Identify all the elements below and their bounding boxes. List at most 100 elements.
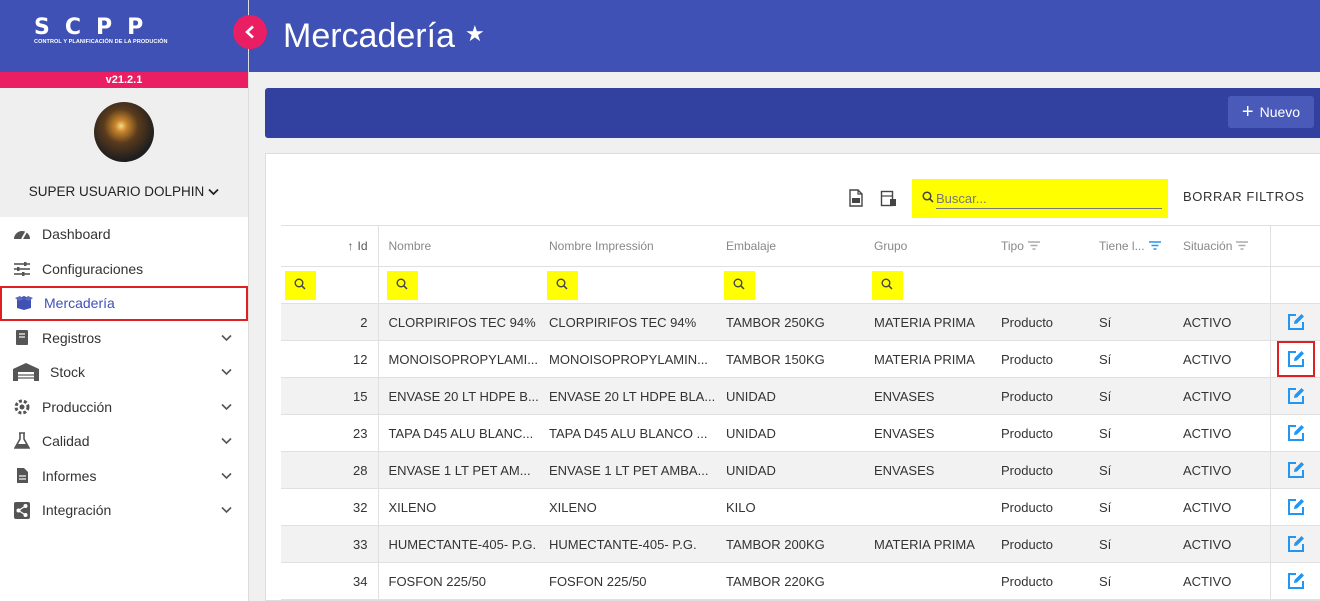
- column-header-5[interactable]: Tipo: [991, 225, 1089, 267]
- table-cell: UNIDAD: [716, 414, 864, 452]
- sidebar-item-label: Calidad: [42, 433, 90, 450]
- table-row[interactable]: 2 CLORPIRIFOS TEC 94% CLORPIRIFOS TEC 94% T…: [281, 303, 1320, 341]
- table-cell: HUMECTANTE-405- P.G.: [378, 525, 539, 563]
- table-cell: ACTIVO: [1173, 451, 1270, 489]
- plus-icon: +: [1241, 101, 1254, 123]
- filter-cell-0: [281, 266, 379, 304]
- sidebar-item-label: Integración: [42, 502, 112, 519]
- filter-icon[interactable]: [1027, 239, 1040, 253]
- table-row[interactable]: 34 FOSFON 225/50 FOSFON 225/50 TAMBOR 220KG…: [281, 562, 1320, 600]
- sidebar-item-calidad[interactable]: Calidad: [0, 424, 248, 459]
- chevron-down-icon: [221, 434, 232, 448]
- sidebar-item-mercaderia[interactable]: Mercadería: [0, 286, 248, 321]
- table-row[interactable]: 23 TAPA D45 ALU BLANC... TAPA D45 ALU BLAN…: [281, 414, 1320, 452]
- table-row[interactable]: 32 XILENO XILENO KILO Producto Sí ACTIVO: [281, 488, 1320, 526]
- speedometer-icon: [12, 225, 32, 243]
- table-cell: Sí: [1089, 340, 1173, 378]
- clear-filters-button[interactable]: BORRAR FILTROS: [1183, 189, 1305, 204]
- search-icon: [294, 278, 306, 293]
- edit-button[interactable]: [1276, 341, 1315, 377]
- chevron-down-icon: [221, 503, 232, 517]
- table-cell: ACTIVO: [1173, 340, 1270, 378]
- filter-icon[interactable]: [1148, 239, 1161, 253]
- edit-cell: [1269, 377, 1320, 415]
- export-excel-button[interactable]: [846, 188, 866, 208]
- column-filter-button[interactable]: [547, 271, 578, 300]
- table-cell: XILENO: [539, 488, 716, 526]
- column-header-2[interactable]: Nombre Impressión: [539, 225, 716, 267]
- sidebar-item-registros[interactable]: Registros: [0, 321, 248, 356]
- edit-button[interactable]: [1277, 563, 1315, 599]
- column-header-label: Situación: [1183, 238, 1233, 253]
- table-cell: ENVASES: [864, 414, 991, 452]
- new-button[interactable]: + Nuevo: [1228, 96, 1314, 128]
- edit-icon: [1287, 536, 1304, 552]
- table-row[interactable]: 12 MONOISOPROPYLAMI... MONOISOPROPYLAMIN..…: [281, 340, 1320, 378]
- column-header-3[interactable]: Embalaje: [716, 225, 864, 267]
- user-profile: SUPER USUARIO DOLPHIN: [0, 88, 248, 217]
- column-chooser-button[interactable]: [878, 188, 898, 208]
- avatar[interactable]: [94, 102, 154, 162]
- edit-button[interactable]: [1277, 526, 1315, 562]
- column-header-label: Tipo: [1001, 238, 1024, 253]
- table-row[interactable]: 33 HUMECTANTE-405- P.G. HUMECTANTE-405- P.…: [281, 525, 1320, 563]
- table-cell: Producto: [991, 340, 1089, 378]
- column-header-label: Id: [357, 239, 368, 253]
- sliders-icon: [12, 260, 32, 278]
- column-filter-button[interactable]: [386, 271, 418, 300]
- filter-cell-5: [991, 266, 1089, 304]
- column-header-4[interactable]: Grupo: [864, 225, 991, 267]
- column-filter-button[interactable]: [724, 271, 755, 300]
- table-cell: Sí: [1089, 303, 1173, 341]
- collapse-sidebar-button[interactable]: [233, 15, 267, 49]
- table-cell: Sí: [1089, 562, 1173, 600]
- table-cell: Sí: [1089, 488, 1173, 526]
- filter-icon[interactable]: [1236, 239, 1249, 253]
- column-filter-button[interactable]: [285, 271, 316, 300]
- table-cell: TAMBOR 220KG: [716, 562, 864, 600]
- column-header-label: Tiene l...: [1099, 238, 1145, 253]
- column-filter-button[interactable]: [872, 271, 903, 300]
- actions-column-header: [1269, 225, 1320, 267]
- edit-button[interactable]: [1277, 415, 1315, 451]
- sidebar-item-dashboard[interactable]: Dashboard: [0, 217, 248, 252]
- edit-button[interactable]: [1277, 489, 1315, 525]
- sidebar: SCPP CONTROL Y PLANIFICACIÓN DE LA PRODU…: [0, 0, 249, 601]
- user-menu[interactable]: SUPER USUARIO DOLPHIN: [0, 184, 248, 199]
- table-row[interactable]: 15 ENVASE 20 LT HDPE B... ENVASE 20 LT HDP…: [281, 377, 1320, 415]
- edit-button[interactable]: [1277, 378, 1315, 414]
- column-header-6[interactable]: Tiene l...: [1089, 225, 1173, 267]
- edit-cell: [1269, 303, 1320, 341]
- sidebar-item-configuraciones[interactable]: Configuraciones: [0, 252, 248, 287]
- search-input[interactable]: [936, 189, 1162, 209]
- edit-button[interactable]: [1277, 452, 1315, 488]
- table-cell: MATERIA PRIMA: [864, 340, 991, 378]
- edit-button[interactable]: [1277, 304, 1315, 340]
- chevron-down-icon: [208, 187, 219, 199]
- table-cell: Producto: [991, 525, 1089, 563]
- sidebar-item-produccion[interactable]: Producción: [0, 390, 248, 425]
- edit-cell: [1269, 562, 1320, 600]
- flask-icon: [12, 432, 32, 450]
- column-header-7[interactable]: Situación: [1173, 225, 1270, 267]
- sidebar-item-label: Configuraciones: [42, 260, 144, 277]
- sidebar-item-label: Mercadería: [44, 295, 115, 312]
- box-icon: [14, 294, 34, 312]
- table-cell: 23: [281, 414, 379, 452]
- table-cell: TAMBOR 150KG: [716, 340, 864, 378]
- sidebar-item-label: Producción: [42, 398, 113, 415]
- sidebar-item-integracion[interactable]: Integración: [0, 493, 248, 528]
- table-cell: MONOISOPROPYLAMIN...: [539, 340, 716, 378]
- sidebar-item-label: Registros: [42, 329, 102, 346]
- table-row[interactable]: 28 ENVASE 1 LT PET AM... ENVASE 1 LT PET A…: [281, 451, 1320, 489]
- table-cell: [864, 488, 991, 526]
- content-card: BORRAR FILTROS ↑Id Nombre Nombre Impressió…: [265, 153, 1320, 601]
- sidebar-item-stock[interactable]: Stock: [0, 355, 248, 390]
- sidebar-item-informes[interactable]: Informes: [0, 459, 248, 494]
- column-header-0[interactable]: ↑ Id: [281, 225, 379, 267]
- column-header-1[interactable]: Nombre: [378, 225, 539, 267]
- chevron-down-icon: [221, 331, 232, 345]
- favorite-star-icon[interactable]: ★: [465, 21, 485, 47]
- column-header-label: Embalaje: [726, 239, 777, 253]
- table-cell: Producto: [991, 451, 1089, 489]
